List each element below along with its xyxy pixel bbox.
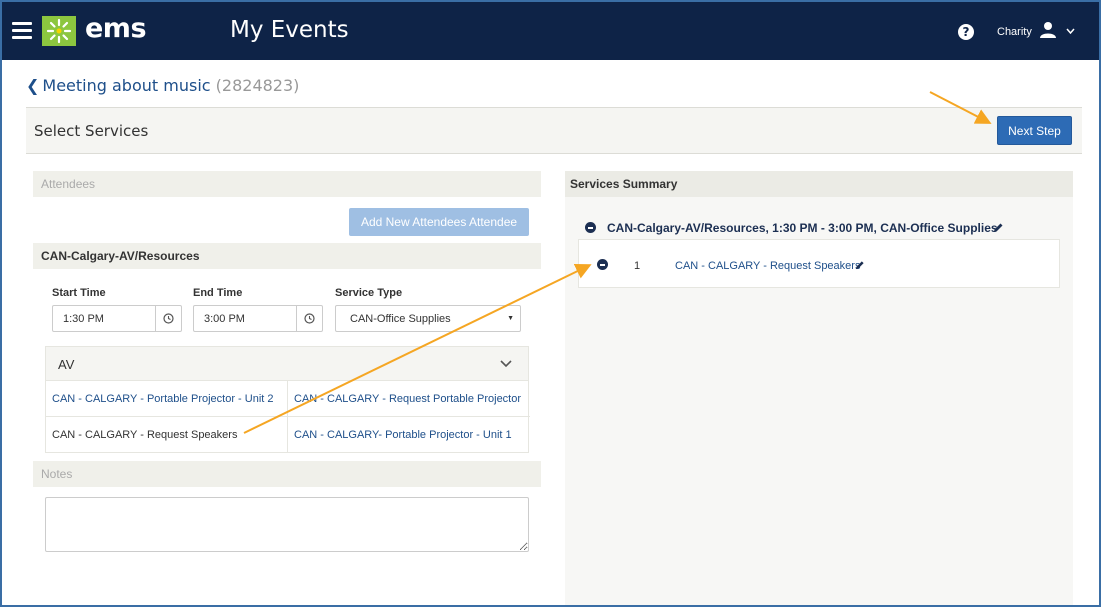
clock-icon[interactable] <box>155 306 181 331</box>
av-item[interactable]: CAN - CALGARY - Request Portable Project… <box>288 381 530 417</box>
notes-heading: Notes <box>33 461 541 487</box>
summary-row: 1 CAN - CALGARY - Request Speakers <box>578 239 1060 288</box>
notes-textarea[interactable] <box>45 497 529 552</box>
page-title: My Events <box>230 17 349 43</box>
start-time-label: Start Time <box>52 287 106 299</box>
service-type-select[interactable]: CAN-Office Supplies ▼ <box>335 305 521 332</box>
clock-icon[interactable] <box>296 306 322 331</box>
edit-pencil-icon[interactable] <box>855 260 865 270</box>
top-navigation-bar: ems My Events ? Charity <box>2 2 1099 60</box>
end-time-input[interactable]: 3:00 PM <box>193 305 323 332</box>
ems-logo-icon <box>42 16 76 46</box>
chevron-down-icon <box>500 360 512 368</box>
event-name: Meeting about music <box>42 76 211 95</box>
av-category-toggle[interactable]: AV <box>45 346 529 381</box>
av-item[interactable]: CAN - CALGARY - Request Speakers <box>46 417 288 453</box>
row-quantity: 1 <box>634 260 641 272</box>
row-service-name[interactable]: CAN - CALGARY - Request Speakers <box>675 260 860 272</box>
end-time-value: 3:00 PM <box>204 313 245 325</box>
service-type-value: CAN-Office Supplies <box>350 313 451 325</box>
chevron-down-icon[interactable] <box>1066 28 1075 34</box>
chevron-left-icon: ❮ <box>26 76 40 95</box>
select-services-header: Select Services <box>26 107 1082 154</box>
end-time-label: End Time <box>193 287 243 299</box>
summary-group-title: CAN-Calgary-AV/Resources, 1:30 PM - 3:00… <box>607 221 998 235</box>
event-id: (2824823) <box>215 76 300 95</box>
service-type-label: Service Type <box>335 287 403 299</box>
start-time-value: 1:30 PM <box>63 313 104 325</box>
resource-heading: CAN-Calgary-AV/Resources <box>33 243 541 269</box>
av-category-label: AV <box>58 357 75 372</box>
av-items-grid: CAN - CALGARY - Portable Projector - Uni… <box>45 381 530 453</box>
av-item[interactable]: CAN - CALGARY - Portable Projector - Uni… <box>46 381 288 417</box>
add-attendees-button[interactable]: Add New Attendees Attendee <box>349 208 529 236</box>
edit-pencil-icon[interactable] <box>993 222 1004 233</box>
dropdown-arrow-icon: ▼ <box>507 315 514 322</box>
user-name[interactable]: Charity <box>997 26 1032 38</box>
collapse-minus-icon[interactable] <box>585 222 596 233</box>
hamburger-menu-icon[interactable] <box>12 22 32 40</box>
user-icon[interactable] <box>1039 21 1057 39</box>
back-to-event-link[interactable]: ❮ Meeting about music (2824823) <box>26 76 299 95</box>
attendees-heading: Attendees <box>33 171 541 197</box>
start-time-input[interactable]: 1:30 PM <box>52 305 182 332</box>
ems-logo-text: ems <box>85 13 147 44</box>
remove-minus-icon[interactable] <box>597 259 608 270</box>
services-summary-heading: Services Summary <box>565 171 1073 197</box>
services-summary-panel: Services Summary CAN-Calgary-AV/Resource… <box>565 171 1073 605</box>
section-title: Select Services <box>34 122 149 140</box>
help-icon[interactable]: ? <box>958 24 974 40</box>
next-step-button[interactable]: Next Step <box>997 116 1072 145</box>
av-item[interactable]: CAN - CALGARY- Portable Projector - Unit… <box>288 417 530 453</box>
